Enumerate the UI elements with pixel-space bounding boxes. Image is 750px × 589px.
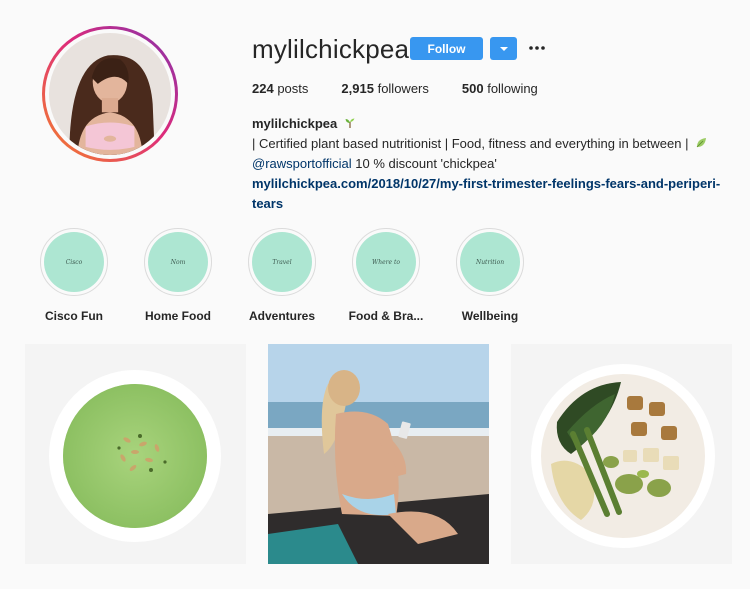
avatar-frame [45,29,175,159]
bio-mention-link[interactable]: @rawsportofficial [252,156,352,171]
followers-stat[interactable]: 2,915 followers [341,81,428,96]
more-options-button[interactable] [526,38,548,58]
highlight-ring: Cisco [40,228,108,296]
bio-line-1: | Certified plant based nutritionist | F… [252,134,742,154]
post-thumbnail-beach[interactable] [268,344,489,564]
post-image [268,344,489,564]
highlight-label: Cisco Fun [44,309,103,323]
post-thumbnail-bowl[interactable] [511,344,732,564]
highlight-cover: Cisco [44,232,104,292]
posts-label: posts [277,81,309,96]
more-options-icon [529,46,545,50]
highlight-ring: Where to [352,228,420,296]
highlight-cisco-fun[interactable]: Cisco Cisco Fun [22,228,126,323]
highlight-food-brands[interactable]: Where to Food & Bra... [334,228,438,323]
highlight-home-food[interactable]: Nom Home Food [126,228,230,323]
profile-avatar-ring[interactable] [42,26,178,162]
chevron-down-icon [499,46,508,51]
highlight-ring: Nutrition [456,228,524,296]
highlight-ring: Nom [144,228,212,296]
bio-description: | Certified plant based nutritionist | F… [252,136,689,151]
following-stat[interactable]: 500 following [462,81,538,96]
following-label: following [487,81,538,96]
bio-website-link[interactable]: mylilchickpea.com/2018/10/27/my-first-tr… [252,176,720,211]
bio-discount-text: 10 % discount 'chickpea' [351,156,497,171]
highlight-label: Adventures [248,309,316,323]
posts-stat: 224 posts [252,81,308,96]
post-image [25,344,246,564]
highlight-label: Wellbeing [461,309,519,323]
leaf-icon [696,138,707,148]
posts-count: 224 [252,81,274,96]
highlight-cover: Where to [356,232,416,292]
suggestions-dropdown-button[interactable] [490,37,517,60]
bio-name: mylilchickpea [252,116,338,131]
highlight-wellbeing[interactable]: Nutrition Wellbeing [438,228,542,323]
highlight-label: Home Food [145,309,211,323]
profile-stats: 224 posts 2,915 followers 500 following [252,81,538,96]
highlight-label: Food & Bra... [348,309,424,323]
followers-count: 2,915 [341,81,374,96]
bio-line-2: @rawsportofficial 10 % discount 'chickpe… [252,154,742,174]
highlight-adventures[interactable]: Travel Adventures [230,228,334,323]
bio-name-line: mylilchickpea [252,114,742,134]
story-highlights: Cisco Cisco Fun Nom Home Food Travel Adv… [22,228,542,323]
bio-line-3: mylilchickpea.com/2018/10/27/my-first-tr… [252,174,742,214]
highlight-ring: Travel [248,228,316,296]
followers-label: followers [377,81,429,96]
following-count: 500 [461,81,484,96]
follow-button[interactable]: Follow [410,37,483,60]
post-image [511,344,732,564]
profile-bio: mylilchickpea | Certified plant based nu… [252,114,742,214]
highlight-cover: Nutrition [460,232,520,292]
sprout-icon [345,118,355,128]
avatar [49,33,171,155]
post-grid [25,344,732,564]
highlight-cover: Travel [252,232,312,292]
profile-username: mylilchickpea [252,34,410,64]
post-thumbnail-soup[interactable] [25,344,246,564]
highlight-cover: Nom [148,232,208,292]
